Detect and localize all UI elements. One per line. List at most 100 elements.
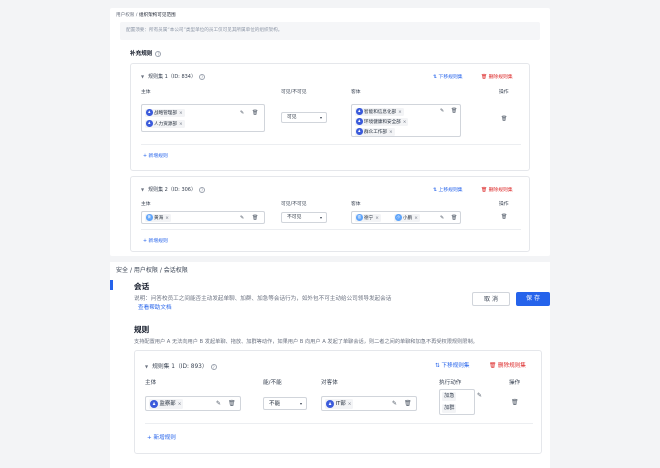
chevron-down-icon: ▾ <box>319 215 322 220</box>
help-icon[interactable]: ? <box>199 73 205 80</box>
close-icon[interactable]: × <box>414 216 418 221</box>
close-icon[interactable]: × <box>398 110 402 115</box>
add-rule-button[interactable]: + 新增规则 <box>143 152 168 159</box>
add-rule-button[interactable]: + 新增规则 <box>147 433 176 441</box>
col-subject: 主体 <box>145 380 157 386</box>
help-icon[interactable]: ? <box>210 363 217 370</box>
col-ops: 操作 <box>499 202 509 207</box>
breadcrumb: 安全 / 用户权限 / 会话权限 <box>116 267 188 274</box>
help-icon[interactable]: ? <box>155 50 162 57</box>
breadcrumb-item[interactable]: 用户权限 <box>134 267 158 274</box>
chevron-down-icon: ▾ <box>299 401 302 406</box>
close-icon[interactable]: × <box>179 111 183 116</box>
trash-icon[interactable]: 🗑 <box>252 215 258 221</box>
col-subject: 主体 <box>141 202 151 207</box>
org-icon: ♟ <box>146 109 153 116</box>
bottom-panel: 安全 / 用户权限 / 会话权限 会话 说明：问答校员工之间能否主动发起单聊、加… <box>110 262 550 468</box>
delete-ruleset-button[interactable]: 🗑 删除规则集 <box>489 361 526 369</box>
trash-icon: 🗑 <box>489 363 498 369</box>
trash-icon[interactable]: 🗑 <box>228 400 236 407</box>
subject-tag: ♟ 人力资源部 × <box>145 120 185 128</box>
delete-rule-icon[interactable]: 🗑 <box>501 214 507 220</box>
subject-tag: ♟ 战略管理部 × <box>145 109 185 117</box>
edit-icon[interactable]: ✎ <box>440 215 444 221</box>
action-tag: 加急 <box>442 392 457 401</box>
description: 说明：问答校员工之间能否主动发起单聊、加群、加急等会话行为，如外包不可主动给公司… <box>134 296 392 302</box>
close-icon[interactable]: × <box>375 216 379 221</box>
col-subject: 主体 <box>141 90 151 95</box>
action-select[interactable]: 加急 加群 <box>439 389 475 415</box>
org-icon: ♟ <box>356 108 363 115</box>
breadcrumb-item[interactable]: 安全 <box>116 267 128 274</box>
divider <box>141 144 521 145</box>
subject-select[interactable]: ♟ 监察部 × ✎ 🗑 <box>145 396 241 411</box>
save-button[interactable]: 保 存 <box>516 292 550 306</box>
edit-icon[interactable]: ✎ <box>392 400 397 407</box>
object-select[interactable]: ♟ IT部 × ✎ 🗑 <box>321 396 417 411</box>
org-icon: ♟ <box>356 118 363 125</box>
rules-title: 规则 <box>134 325 150 334</box>
help-doc-link[interactable]: 查看帮助文档 <box>138 303 172 311</box>
edit-icon[interactable]: ✎ <box>477 392 482 399</box>
ruleset-title[interactable]: ▼ 规则集 1（ID: 893）? <box>145 361 217 370</box>
allow-select[interactable]: 不能 ▾ <box>263 397 307 410</box>
subject-select[interactable]: 黄黄海 × ✎ 🗑 <box>141 211 265 224</box>
close-icon[interactable]: × <box>178 402 182 407</box>
subject-select[interactable]: ♟ 战略管理部 × ♟ 人力资源部 × ✎ 🗑 <box>141 104 265 132</box>
org-icon: ♟ <box>150 399 158 408</box>
help-icon[interactable]: ? <box>199 186 205 193</box>
trash-icon: 🗑 <box>481 75 489 80</box>
caret-down-icon[interactable]: ▼ <box>141 74 144 79</box>
visibility-select[interactable]: 可见 ▾ <box>281 112 327 123</box>
ruleset-2: ▼ 规则集 2（ID: 306）? ⇅ 上移规则集 🗑 删除规则集 主体 可见/不… <box>130 176 530 252</box>
rules-description: 支持配置用户 A 无法向用户 B 发起单聊、拖放、加群等动作，如果用户 B 向用… <box>134 339 478 345</box>
avatar: 小 <box>395 214 402 221</box>
col-allow: 能/不能 <box>263 380 282 386</box>
delete-ruleset-button[interactable]: 🗑 删除规则集 <box>481 186 513 193</box>
cancel-button[interactable]: 取 消 <box>472 292 510 306</box>
delete-ruleset-button[interactable]: 🗑 删除规则集 <box>481 73 513 80</box>
trash-icon[interactable]: 🗑 <box>451 108 457 114</box>
move-ruleset-button[interactable]: ⇅ 下移规则集 <box>433 73 463 80</box>
trash-icon[interactable]: 🗑 <box>451 215 457 221</box>
delete-rule-icon[interactable]: 🗑 <box>511 399 519 406</box>
edit-icon[interactable]: ✎ <box>240 215 244 221</box>
close-icon[interactable]: × <box>348 402 352 407</box>
divider <box>141 229 521 230</box>
move-ruleset-button[interactable]: ⇅ 下移规则集 <box>435 361 469 369</box>
object-select[interactable]: 德德宁 × 小小鹏 × ✎ 🗑 <box>351 211 461 224</box>
object-tag: ♟ 群众工作部 × <box>355 128 395 136</box>
move-ruleset-button[interactable]: ⇅ 上移规则集 <box>433 186 463 193</box>
col-visibility: 可见/不可见 <box>281 202 307 207</box>
breadcrumb-parent[interactable]: 用户权限 <box>116 13 134 18</box>
subject-tag: 黄黄海 × <box>145 214 171 222</box>
org-icon: ♟ <box>356 128 363 135</box>
delete-rule-icon[interactable]: 🗑 <box>501 116 507 122</box>
object-select[interactable]: ♟ 智能和信息化部 × ♟ 环境健康和安全部 × ♟ 群众工作部 × ✎ 🗑 <box>351 104 461 137</box>
caret-down-icon[interactable]: ▼ <box>141 187 144 192</box>
edit-icon[interactable]: ✎ <box>240 110 244 116</box>
avatar: 德 <box>356 214 363 221</box>
close-icon[interactable]: × <box>389 130 393 135</box>
breadcrumb-current: 会话权限 <box>163 267 188 274</box>
close-icon[interactable]: × <box>165 216 169 221</box>
ruleset-title[interactable]: ▼ 规则集 2（ID: 306）? <box>141 186 205 193</box>
close-icon[interactable]: × <box>179 122 183 127</box>
add-rule-button[interactable]: + 新增规则 <box>143 237 168 244</box>
top-panel: 用户权限 / 组织架构可见范围 配置须要：所有员属“本公司”类型单位的员工仅可见… <box>110 8 550 256</box>
page-title: 会话 <box>134 282 150 291</box>
avatar: 黄 <box>146 214 153 221</box>
object-tag: 小小鹏 × <box>394 214 420 222</box>
caret-down-icon[interactable]: ▼ <box>145 364 148 369</box>
object-tag: 德德宁 × <box>355 214 381 222</box>
trash-icon[interactable]: 🗑 <box>252 110 258 116</box>
edit-icon[interactable]: ✎ <box>440 108 444 114</box>
trash-icon[interactable]: 🗑 <box>404 400 412 407</box>
visibility-select[interactable]: 不可见 ▾ <box>281 212 327 223</box>
edit-icon[interactable]: ✎ <box>216 400 221 407</box>
accent-bar <box>110 280 113 290</box>
subject-tag: ♟ 监察部 × <box>149 399 184 409</box>
col-ops: 操作 <box>499 90 509 95</box>
close-icon[interactable]: × <box>403 120 407 125</box>
ruleset-title[interactable]: ▼ 规则集 1（ID: 834）? <box>141 73 205 80</box>
